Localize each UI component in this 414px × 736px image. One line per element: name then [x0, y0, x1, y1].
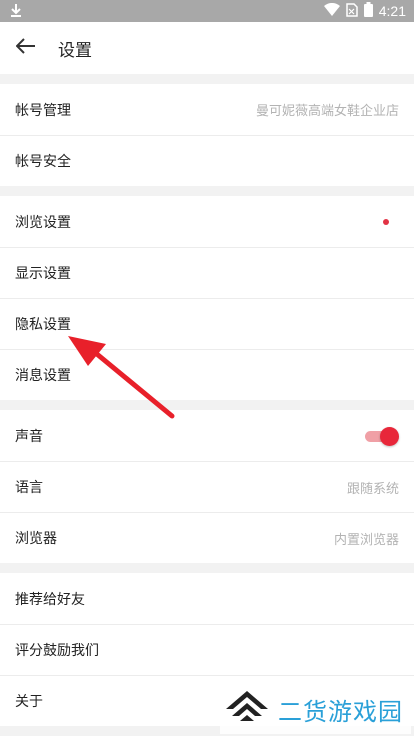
- settings-row-account-security[interactable]: 帐号安全: [0, 135, 414, 186]
- row-label: 帐号管理: [15, 102, 71, 119]
- settings-row-language[interactable]: 语言 跟随系统: [0, 461, 414, 512]
- settings-row-message[interactable]: 消息设置: [0, 349, 414, 400]
- arrow-left-icon: [15, 38, 36, 58]
- row-label: 评分鼓励我们: [15, 643, 99, 659]
- status-bar: 4:21: [0, 0, 414, 22]
- row-label: 浏览器: [15, 531, 57, 547]
- settings-group-system: 声音 语言 跟随系统 浏览器 内置浏览器: [0, 410, 414, 563]
- settings-row-recommend[interactable]: 推荐给好友: [0, 573, 414, 624]
- toggle-knob: [380, 426, 399, 446]
- no-sim-icon: [346, 2, 358, 20]
- row-value: 曼可妮薇高端女鞋企业店: [255, 104, 399, 119]
- page-title: 设置: [58, 40, 92, 61]
- settings-row-browse[interactable]: 浏览设置: [0, 196, 414, 247]
- row-label: 推荐给好友: [15, 591, 85, 608]
- row-label: 浏览设置: [15, 214, 71, 231]
- row-label: 语言: [15, 480, 43, 496]
- settings-group-account: 帐号管理 曼可妮薇高端女鞋企业店 帐号安全: [0, 84, 414, 186]
- sound-toggle[interactable]: [365, 426, 399, 446]
- red-dot-badge: [383, 218, 389, 225]
- download-icon: [10, 3, 22, 20]
- settings-row-display[interactable]: 显示设置: [0, 247, 414, 298]
- app-header: 设置: [0, 22, 414, 74]
- settings-row-rate[interactable]: 评分鼓励我们: [0, 624, 414, 675]
- row-label: 显示设置: [15, 266, 71, 282]
- row-value: 内置浏览器: [333, 532, 399, 548]
- settings-row-sound: 声音: [0, 410, 414, 461]
- status-time: 4:21: [378, 3, 406, 19]
- settings-row-privacy[interactable]: 隐私设置: [0, 298, 414, 349]
- watermark: 二货游戏园: [220, 684, 411, 734]
- settings-row-browser[interactable]: 浏览器 内置浏览器: [0, 512, 414, 563]
- row-value: 跟随系统: [346, 481, 399, 497]
- watermark-text: 二货游戏园: [278, 697, 403, 726]
- watermark-logo-icon: [224, 689, 270, 729]
- row-label: 隐私设置: [15, 317, 71, 333]
- battery-icon: [363, 2, 373, 20]
- wifi-icon: [323, 2, 340, 19]
- settings-row-account-management[interactable]: 帐号管理 曼可妮薇高端女鞋企业店: [0, 84, 414, 135]
- row-label: 帐号安全: [15, 154, 71, 170]
- row-label: 声音: [15, 428, 43, 445]
- settings-group-display: 浏览设置 显示设置 隐私设置 消息设置: [0, 196, 414, 400]
- row-label: 消息设置: [15, 368, 71, 384]
- row-label: 关于: [15, 694, 43, 710]
- back-button[interactable]: [0, 22, 52, 74]
